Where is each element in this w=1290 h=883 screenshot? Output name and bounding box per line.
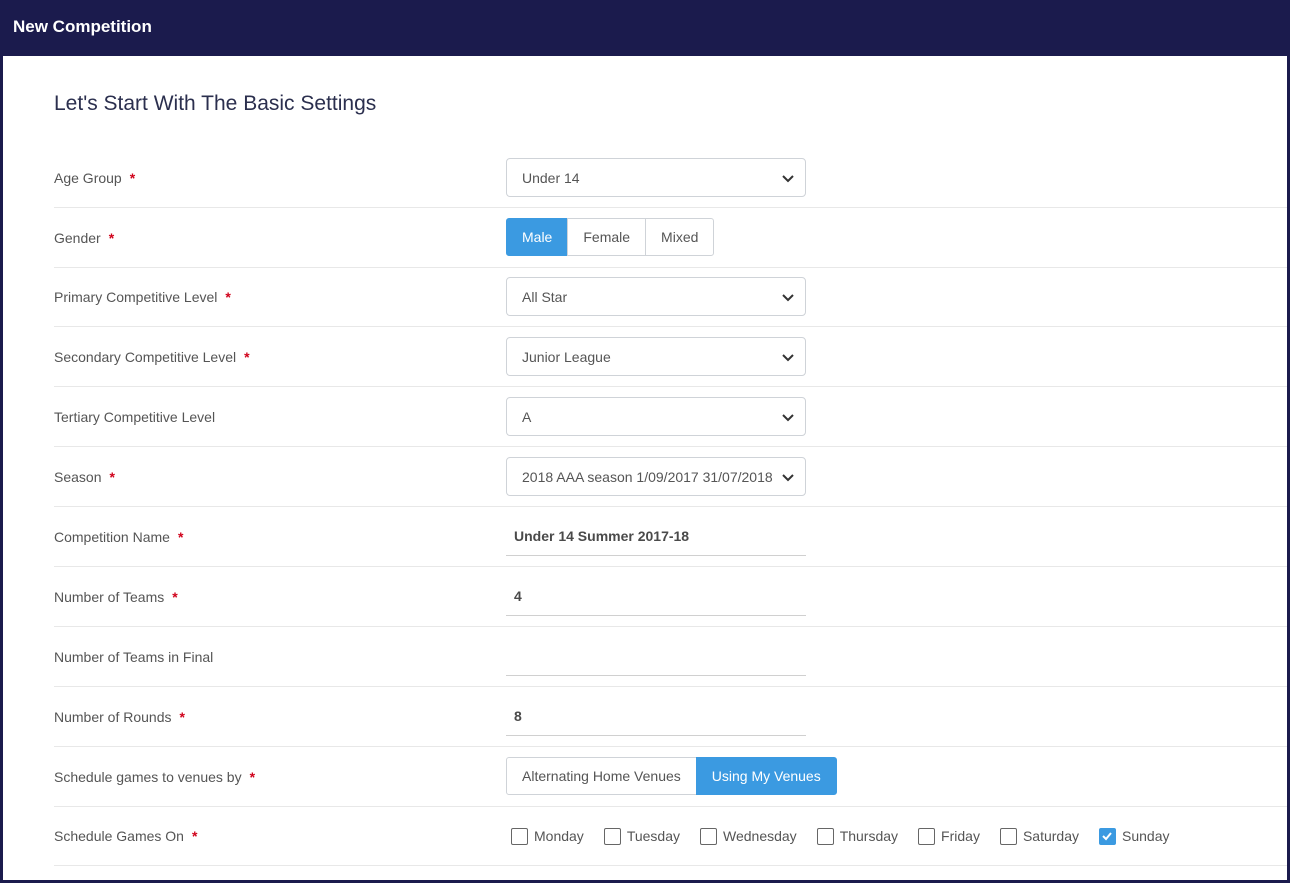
required-marker: *	[244, 349, 250, 365]
secondary-level-label-text: Secondary Competitive Level	[54, 349, 237, 365]
gender-segmented-control: Male Female Mixed	[506, 218, 715, 256]
num-teams-input[interactable]: 4	[506, 576, 806, 616]
required-marker: *	[225, 289, 231, 305]
chevron-down-icon	[782, 474, 794, 482]
required-marker: *	[108, 230, 115, 246]
num-teams-final-label-text: Number of Teams in Final	[54, 649, 214, 665]
form-row-gender: Gender * Male Female Mixed	[54, 208, 1287, 268]
num-teams-label-text: Number of Teams	[54, 589, 165, 605]
day-label: Tuesday	[626, 828, 680, 844]
form-row-schedule-days: Schedule Games On * Monday Tuesday Wedne…	[54, 806, 1287, 866]
schedule-days-label: Schedule Games On *	[54, 806, 197, 866]
day-sunday[interactable]: Sunday	[1099, 827, 1170, 845]
form-row-secondary-level: Secondary Competitive Level * Junior Lea…	[54, 327, 1287, 387]
primary-level-select[interactable]: All Star	[506, 277, 806, 316]
checkbox-checked[interactable]	[1099, 827, 1116, 845]
day-friday[interactable]: Friday	[918, 827, 980, 845]
day-wednesday[interactable]: Wednesday	[700, 827, 797, 845]
tertiary-level-label: Tertiary Competitive Level	[54, 387, 215, 447]
schedule-venues-label-text: Schedule games to venues by	[54, 769, 242, 785]
form-row-num-teams-final: Number of Teams in Final	[54, 627, 1287, 687]
day-label: Friday	[941, 828, 980, 844]
season-label-text: Season	[54, 469, 102, 485]
check-icon	[1102, 831, 1112, 840]
day-saturday[interactable]: Saturday	[999, 827, 1079, 845]
checkbox[interactable]	[603, 827, 621, 845]
form-row-num-rounds: Number of Rounds * 8	[54, 687, 1287, 747]
secondary-level-value: Junior League	[522, 348, 611, 365]
day-label: Sunday	[1122, 828, 1170, 844]
tertiary-level-select[interactable]: A	[506, 397, 806, 436]
form-row-tertiary-level: Tertiary Competitive Level A	[54, 387, 1287, 447]
age-group-label: Age Group *	[54, 148, 135, 208]
chevron-down-icon	[782, 414, 794, 422]
required-marker: *	[177, 529, 184, 545]
required-marker: *	[109, 469, 115, 485]
num-rounds-input[interactable]: 8	[506, 696, 806, 736]
chevron-down-icon	[782, 175, 794, 183]
form-row-competition-name: Competition Name * Under 14 Summer 2017-…	[54, 507, 1287, 567]
required-marker: *	[179, 709, 185, 725]
checkbox[interactable]	[918, 827, 936, 845]
checkbox[interactable]	[816, 827, 834, 845]
required-marker: *	[129, 170, 136, 186]
required-marker: *	[191, 828, 198, 844]
gender-option-male[interactable]: Male	[506, 218, 569, 256]
competition-name-label-text: Competition Name	[54, 529, 170, 545]
day-label: Thursday	[839, 828, 899, 844]
required-marker: *	[249, 769, 256, 785]
gender-option-female[interactable]: Female	[567, 218, 647, 256]
window-title: New Competition	[13, 17, 152, 36]
day-monday[interactable]: Monday	[511, 827, 584, 845]
form-row-schedule-venues: Schedule games to venues by * Alternatin…	[54, 747, 1287, 807]
season-select[interactable]: 2018 AAA season 1/09/2017 31/07/2018	[506, 457, 806, 496]
gender-label: Gender *	[54, 208, 114, 268]
form-row-num-teams: Number of Teams * 4	[54, 567, 1287, 627]
season-value: 2018 AAA season 1/09/2017 31/07/2018	[522, 468, 773, 485]
day-tuesday[interactable]: Tuesday	[603, 827, 680, 845]
form-panel: Let's Start With The Basic Settings Age …	[3, 56, 1287, 880]
secondary-level-label: Secondary Competitive Level *	[54, 327, 250, 387]
secondary-level-select[interactable]: Junior League	[506, 337, 806, 376]
competition-name-input[interactable]: Under 14 Summer 2017-18	[506, 516, 806, 556]
gender-option-mixed[interactable]: Mixed	[645, 218, 715, 256]
schedule-days-checkbox-group: Monday Tuesday Wednesday Thursday Friday…	[511, 806, 1189, 866]
checkbox[interactable]	[511, 827, 528, 845]
form-row-season: Season * 2018 AAA season 1/09/2017 31/07…	[54, 447, 1287, 507]
tertiary-level-label-text: Tertiary Competitive Level	[54, 409, 216, 425]
venue-option-using-my-venues[interactable]: Using My Venues	[695, 757, 837, 795]
num-teams-final-label: Number of Teams in Final	[54, 627, 213, 687]
form-row-age-group: Age Group * Under 14	[54, 148, 1287, 208]
day-thursday[interactable]: Thursday	[816, 827, 899, 845]
form-row-primary-level: Primary Competitive Level * All Star	[54, 267, 1287, 327]
schedule-venues-segmented-control: Alternating Home Venues Using My Venues	[506, 757, 837, 795]
day-label: Wednesday	[723, 828, 797, 844]
primary-level-label: Primary Competitive Level *	[54, 267, 231, 327]
competition-name-label: Competition Name *	[54, 507, 183, 567]
venue-option-alternating-home[interactable]: Alternating Home Venues	[506, 757, 697, 795]
primary-level-label-text: Primary Competitive Level	[54, 289, 218, 305]
season-label: Season *	[54, 447, 115, 507]
day-label: Saturday	[1022, 828, 1079, 844]
checkbox[interactable]	[999, 827, 1017, 845]
gender-label-text: Gender	[54, 230, 101, 246]
num-teams-final-input[interactable]	[506, 636, 806, 676]
age-group-select[interactable]: Under 14	[506, 158, 806, 197]
age-group-label-text: Age Group	[54, 170, 122, 186]
window-header: New Competition	[0, 0, 1290, 56]
schedule-days-label-text: Schedule Games On	[54, 828, 184, 844]
chevron-down-icon	[782, 354, 794, 362]
required-marker: *	[172, 589, 178, 605]
day-label: Monday	[534, 828, 584, 844]
num-teams-label: Number of Teams *	[54, 567, 178, 627]
checkbox[interactable]	[700, 827, 717, 845]
primary-level-value: All Star	[522, 288, 568, 305]
num-rounds-label: Number of Rounds *	[54, 687, 185, 747]
age-group-value: Under 14	[522, 169, 580, 186]
schedule-venues-label: Schedule games to venues by *	[54, 747, 255, 807]
chevron-down-icon	[782, 294, 794, 302]
tertiary-level-value: A	[522, 408, 532, 425]
section-heading: Let's Start With The Basic Settings	[54, 92, 377, 115]
num-rounds-label-text: Number of Rounds	[54, 709, 172, 725]
